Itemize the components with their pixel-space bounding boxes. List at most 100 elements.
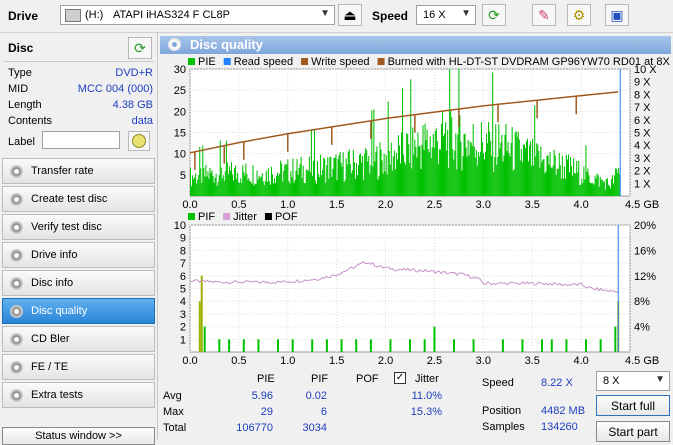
y-right-tick-label: 3 X (634, 153, 651, 165)
nav-item-transfer-rate[interactable]: Transfer rate (2, 158, 155, 184)
nav-item-label: Disc info (31, 277, 74, 289)
disc-contents-row: Contents data (8, 115, 153, 131)
y-left-tick-label: 5 (180, 170, 186, 182)
status-window-button[interactable]: Status window >> (2, 427, 155, 445)
nav-item-cd-bler[interactable]: CD Bler (2, 326, 155, 352)
nav-item-fe-te[interactable]: FE / TE (2, 354, 155, 380)
disc-icon (132, 134, 146, 148)
disc-quality-icon (168, 38, 181, 51)
x-tick-label: 4.0 (573, 199, 588, 210)
label-apply-button[interactable] (128, 131, 150, 151)
drive-icon (65, 9, 81, 22)
drive-name: ATAPI iHAS324 F CL8P (113, 9, 230, 21)
legend-swatch (223, 213, 231, 220)
samples-value: 134260 (541, 421, 578, 433)
avg-pie: 5.96 (251, 390, 273, 402)
start-full-button[interactable]: Start full (596, 395, 670, 416)
speed-stat-value: 8.22 X (541, 377, 573, 389)
x-tick-label: 1.5 (329, 199, 344, 210)
nav-item-disc-info[interactable]: Disc info (2, 270, 155, 296)
refresh-icon: ⟳ (134, 39, 146, 56)
erase-button[interactable]: ✎ (532, 4, 556, 26)
stats-table: PIE PIF POF ✓ Jitter Avg 5.96 0.02 11.0%… (160, 366, 480, 440)
disc-icon (10, 277, 23, 290)
x-tick-label: 3.5 (525, 199, 540, 210)
chevron-down-icon: ▼ (461, 8, 471, 19)
legend-swatch (188, 58, 195, 65)
disc-icon (10, 193, 23, 206)
max-pie: 29 (260, 406, 273, 418)
speed-select-value: 16 X (423, 9, 446, 21)
disc-mid-key: MID (8, 83, 29, 95)
x-tick-label: 1.0 (280, 355, 295, 365)
x-tick-label: 0.5 (231, 355, 246, 365)
legend-label: Write speed (311, 56, 370, 68)
disc-refresh-button[interactable]: ⟳ (128, 37, 152, 59)
y-right-tick-label: 2 X (634, 166, 651, 178)
y-left-tick-label: 9 (180, 233, 186, 245)
legend-swatch (301, 58, 309, 65)
x-tick-label: 2.0 (378, 355, 393, 365)
y-right-tick-label: 8 X (634, 89, 651, 101)
nav-item-extra-tests[interactable]: Extra tests (2, 382, 155, 408)
avg-pif: 0.02 (305, 390, 327, 402)
total-pif: 3034 (302, 422, 327, 434)
x-tick-label: 0.0 (182, 355, 197, 365)
y-left-tick-label: 7 (180, 258, 186, 270)
avg-jitter: 11.0% (411, 390, 442, 402)
disc-type-key: Type (8, 67, 32, 79)
save-button[interactable]: ▣ (605, 4, 629, 26)
nav-item-label: Drive info (31, 249, 78, 261)
legend-label: PIF (198, 211, 215, 223)
chevron-down-icon: ▼ (655, 374, 665, 385)
disc-mid-row: MID MCC 004 (000) (8, 83, 153, 99)
pie-chart: PIE Read speed Write speed Burned with HL-D… (174, 56, 671, 210)
eject-button[interactable]: ⏏ (338, 4, 362, 26)
disc-icon (10, 333, 23, 346)
disc-contents-value: data (131, 115, 153, 127)
options-button[interactable]: ⚙ (567, 4, 591, 26)
speed-select[interactable]: 16 X ▼ (416, 5, 476, 25)
nav-item-label: Transfer rate (31, 165, 94, 177)
legend-swatch (377, 58, 385, 65)
y-right-tick-label: 20% (634, 220, 656, 232)
x-tick-label: 3.5 (525, 355, 540, 365)
pif-jitter-chart: PIF Jitter POF 0.0 0.5 1.0 1.5 2.0 2.5 3.0 3.5 4.0 4… (174, 211, 660, 365)
y-right-tick-label: 16% (634, 245, 656, 257)
total-label: Total (163, 422, 187, 434)
refresh-speed-button[interactable]: ⟳ (482, 4, 506, 26)
disc-length-key: Length (8, 99, 42, 111)
x-tick-label: 4.0 (573, 355, 588, 365)
y-left-tick-label: 10 (174, 149, 186, 161)
nav-item-drive-info[interactable]: Drive info (2, 242, 155, 268)
drive-select[interactable]: (H:) ATAPI iHAS324 F CL8P ▼ (60, 5, 335, 25)
y-right-tick-label: 1 X (634, 178, 651, 190)
disc-contents-key: Contents (8, 115, 53, 127)
disc-header: Disc (8, 41, 34, 55)
x-tick-label: 0.0 (182, 199, 197, 210)
y-left-tick-label: 25 (174, 85, 186, 97)
panel-title: Disc quality (190, 37, 263, 52)
y-left-tick-label: 20 (174, 106, 186, 118)
legend-label: Jitter (233, 211, 257, 223)
nav-item-disc-quality[interactable]: Disc quality (2, 298, 155, 324)
speed-label: Speed (372, 9, 409, 23)
avg-label: Avg (163, 390, 182, 402)
col-pif-header: PIF (311, 373, 329, 385)
nav-item-verify-test-disc[interactable]: Verify test disc (2, 214, 155, 240)
eject-icon: ⏏ (343, 6, 357, 23)
legend-label: Read speed (234, 56, 293, 68)
legend-swatch (264, 213, 272, 220)
nav-item-create-test-disc[interactable]: Create test disc (2, 186, 155, 212)
disc-label-input[interactable] (42, 131, 120, 149)
legend-swatch (223, 58, 231, 65)
x-tick-label: 1.5 (329, 355, 344, 365)
y-left-tick-label: 15 (174, 128, 186, 140)
y-left-tick-label: 10 (174, 220, 186, 232)
nav-item-label: Create test disc (31, 193, 108, 205)
start-part-button[interactable]: Start part (596, 421, 670, 442)
x-tick-label: 2.5 (427, 355, 442, 365)
jitter-checkbox[interactable]: ✓ (394, 372, 406, 384)
test-speed-select[interactable]: 8 X ▼ (596, 371, 670, 391)
nav-item-label: Verify test disc (31, 221, 102, 233)
